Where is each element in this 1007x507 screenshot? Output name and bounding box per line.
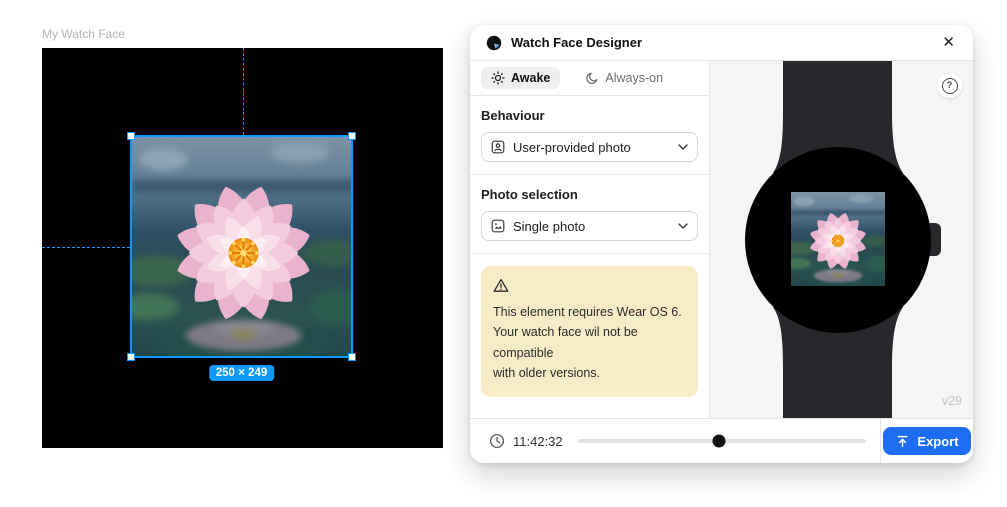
panel-header[interactable]: Watch Face Designer ✕ xyxy=(470,25,973,61)
photo-selection-select[interactable]: Single photo xyxy=(481,211,698,241)
clock-icon xyxy=(489,433,505,449)
behaviour-label: Behaviour xyxy=(481,108,698,123)
version-label: v29 xyxy=(942,394,962,408)
frame-label[interactable]: My Watch Face xyxy=(42,27,125,41)
behaviour-value: User-provided photo xyxy=(513,140,670,155)
selection-size-badge: 250 × 249 xyxy=(209,365,274,381)
alignment-guide-horizontal xyxy=(42,247,130,248)
upload-icon xyxy=(895,434,910,449)
watch-face-designer-panel: Watch Face Designer ✕ xyxy=(470,25,973,463)
warning-banner: This element requires Wear OS 6. Your wa… xyxy=(481,266,698,397)
watch-preview-pane: ? v29 xyxy=(710,61,973,418)
photo-selection-value: Single photo xyxy=(513,219,670,234)
help-button[interactable]: ? xyxy=(937,73,962,98)
app-window: My Watch Face 250 × 249 Watch Face Desig… xyxy=(0,0,1007,507)
slider-thumb[interactable] xyxy=(712,435,725,448)
tab-awake-label: Awake xyxy=(511,71,550,85)
export-area: Export xyxy=(880,419,973,463)
mode-tabs: Awake Always-on xyxy=(470,61,709,96)
resize-handle-top-left[interactable] xyxy=(127,132,135,140)
photo-selection-label: Photo selection xyxy=(481,187,698,202)
behaviour-select[interactable]: User-provided photo xyxy=(481,132,698,162)
panel-title: Watch Face Designer xyxy=(511,35,931,50)
chevron-down-icon xyxy=(678,144,688,150)
behaviour-section: Behaviour User-provided photo xyxy=(470,96,709,174)
plugin-logo-icon xyxy=(486,35,502,51)
sun-icon xyxy=(491,71,505,85)
watch-mockup xyxy=(710,61,972,418)
resize-handle-bottom-left[interactable] xyxy=(127,353,135,361)
preview-time: 11:42:32 xyxy=(513,434,563,449)
watch-face-photo xyxy=(784,192,890,287)
resize-handle-bottom-right[interactable] xyxy=(348,353,356,361)
lotus-photo xyxy=(132,137,351,356)
warning-text: with older versions. xyxy=(493,363,686,383)
time-slider[interactable] xyxy=(578,419,866,463)
tab-always-on[interactable]: Always-on xyxy=(577,67,671,89)
resize-handle-top-right[interactable] xyxy=(348,132,356,140)
watch-face-frame[interactable]: 250 × 249 xyxy=(42,48,443,448)
time-scrub-area: 11:42:32 xyxy=(470,419,880,463)
tab-awake[interactable]: Awake xyxy=(481,67,560,89)
export-label: Export xyxy=(917,434,958,449)
question-mark-icon: ? xyxy=(942,78,958,94)
alignment-guide-vertical xyxy=(243,48,244,135)
tab-always-on-label: Always-on xyxy=(605,71,663,85)
selected-photo-layer[interactable]: 250 × 249 xyxy=(130,135,353,358)
moon-icon xyxy=(585,71,599,85)
photo-icon xyxy=(491,219,505,233)
chevron-down-icon xyxy=(678,223,688,229)
warning-text: Your watch face wil not be compatible xyxy=(493,322,686,363)
export-button[interactable]: Export xyxy=(883,427,970,455)
panel-footer: 11:42:32 Export xyxy=(470,418,973,463)
warning-section: This element requires Wear OS 6. Your wa… xyxy=(470,253,709,409)
controls-column: Awake Always-on Behaviour xyxy=(470,61,710,418)
photo-selection-section: Photo selection Single photo xyxy=(470,174,709,253)
warning-text: This element requires Wear OS 6. xyxy=(493,302,686,322)
warning-icon xyxy=(493,278,509,293)
close-icon[interactable]: ✕ xyxy=(940,33,957,52)
user-photo-icon xyxy=(491,140,505,154)
